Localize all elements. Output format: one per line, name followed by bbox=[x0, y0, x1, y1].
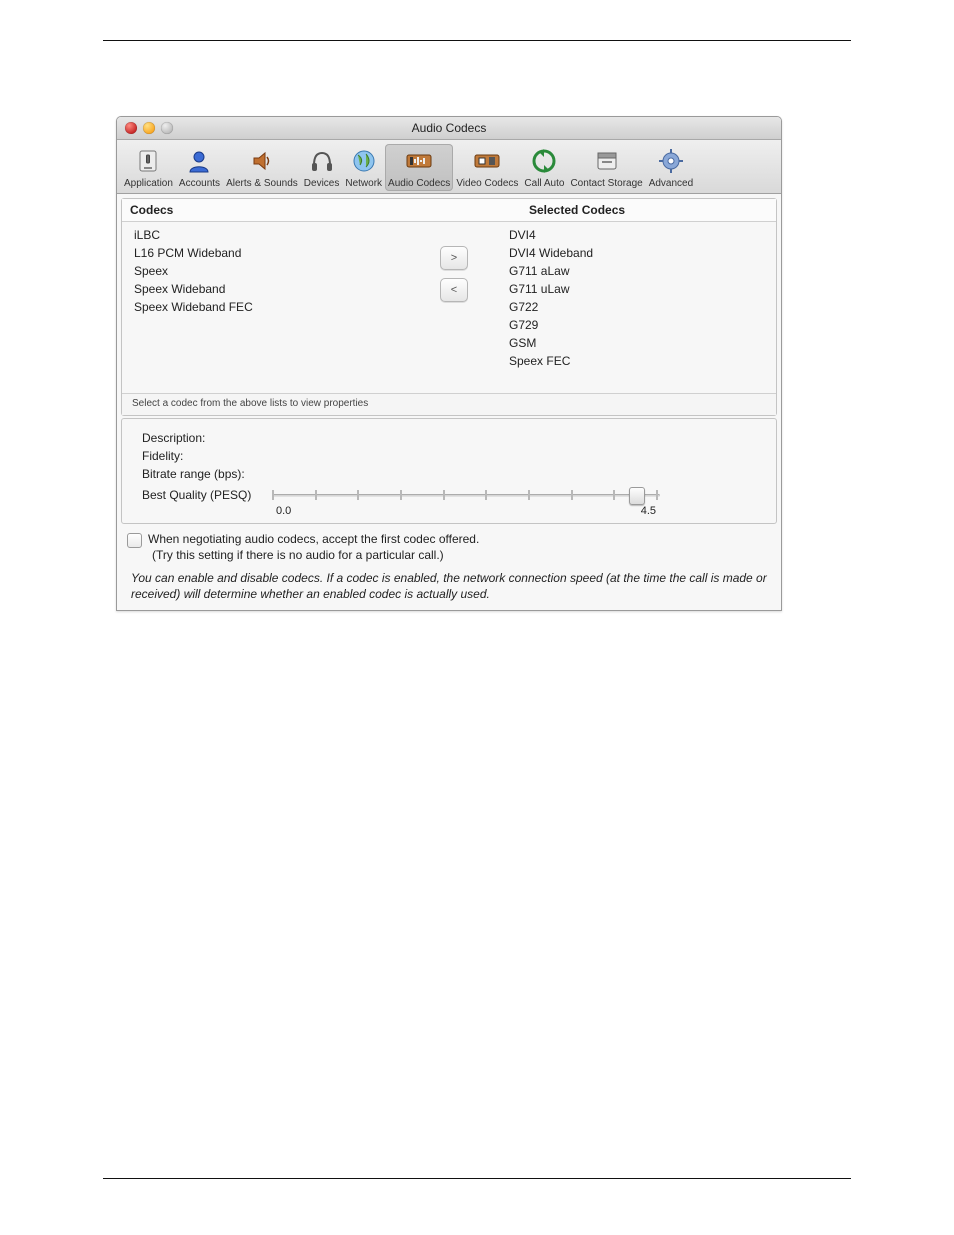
chevron-right-icon: > bbox=[451, 252, 457, 264]
list-item[interactable]: L16 PCM Wideband bbox=[124, 244, 419, 262]
slider-thumb[interactable] bbox=[629, 487, 645, 505]
tab-accounts[interactable]: Accounts bbox=[176, 144, 223, 191]
tab-label: Network bbox=[345, 178, 382, 189]
list-item[interactable]: DVI4 bbox=[499, 226, 774, 244]
tab-label: Contact Storage bbox=[570, 178, 642, 189]
checkbox-sublabel: (Try this setting if there is no audio f… bbox=[152, 548, 479, 562]
available-codecs-list[interactable]: iLBC L16 PCM Wideband Speex Speex Wideba… bbox=[124, 226, 419, 370]
transfer-buttons: > < bbox=[419, 226, 489, 370]
bottom-rule bbox=[103, 1178, 851, 1179]
list-item[interactable]: G722 bbox=[499, 298, 774, 316]
tab-label: Video Codecs bbox=[456, 178, 518, 189]
selected-codecs-header: Selected Codecs bbox=[519, 199, 776, 221]
tab-label: Accounts bbox=[179, 178, 220, 189]
list-item[interactable]: DVI4 Wideband bbox=[499, 244, 774, 262]
add-codec-button[interactable]: > bbox=[440, 246, 468, 270]
list-item[interactable]: GSM bbox=[499, 334, 774, 352]
globe-icon bbox=[349, 146, 379, 176]
tab-label: Audio Codecs bbox=[388, 178, 450, 189]
auto-icon bbox=[529, 146, 559, 176]
accept-first-codec-row: When negotiating audio codecs, accept th… bbox=[127, 532, 777, 562]
list-item[interactable]: G711 aLaw bbox=[499, 262, 774, 280]
top-rule bbox=[103, 40, 851, 41]
person-icon bbox=[184, 146, 214, 176]
bitrate-label: Bitrate range (bps): bbox=[142, 467, 245, 481]
list-item[interactable]: iLBC bbox=[124, 226, 419, 244]
codec-properties-panel: Description: Fidelity: Bitrate range (bp… bbox=[121, 418, 777, 524]
list-item[interactable]: Speex bbox=[124, 262, 419, 280]
tab-video-codecs[interactable]: Video Codecs bbox=[453, 144, 521, 191]
list-item[interactable]: Speex Wideband FEC bbox=[124, 298, 419, 316]
lists-body: iLBC L16 PCM Wideband Speex Speex Wideba… bbox=[122, 222, 776, 393]
video-codec-icon bbox=[472, 146, 502, 176]
preferences-window: Audio Codecs Application bbox=[116, 116, 782, 611]
list-headers: Codecs Selected Codecs bbox=[122, 199, 776, 222]
tab-alerts-sounds[interactable]: Alerts & Sounds bbox=[223, 144, 301, 191]
audio-codec-icon bbox=[404, 146, 434, 176]
tab-application[interactable]: Application bbox=[121, 144, 176, 191]
footer-note: You can enable and disable codecs. If a … bbox=[131, 570, 767, 602]
chevron-left-icon: < bbox=[451, 284, 457, 296]
available-codecs-header: Codecs bbox=[122, 199, 433, 221]
selected-codecs-list[interactable]: DVI4 DVI4 Wideband G711 aLaw G711 uLaw G… bbox=[489, 226, 774, 370]
tab-network[interactable]: Network bbox=[342, 144, 385, 191]
list-item[interactable]: Speex FEC bbox=[499, 352, 774, 370]
tab-label: Call Auto bbox=[524, 178, 564, 189]
tab-call-auto[interactable]: Call Auto bbox=[521, 144, 567, 191]
zoom-icon[interactable] bbox=[161, 122, 173, 134]
codec-lists-panel: Codecs Selected Codecs iLBC L16 PCM Wide… bbox=[121, 198, 777, 416]
quality-slider[interactable] bbox=[272, 485, 660, 505]
accept-first-codec-checkbox[interactable] bbox=[127, 533, 142, 548]
quality-label: Best Quality (PESQ) bbox=[142, 488, 272, 502]
tab-label: Application bbox=[124, 178, 173, 189]
tab-contact-storage[interactable]: Contact Storage bbox=[567, 144, 645, 191]
gear-icon bbox=[656, 146, 686, 176]
headphones-icon bbox=[307, 146, 337, 176]
preferences-toolbar: Application Accounts A bbox=[117, 140, 781, 194]
remove-codec-button[interactable]: < bbox=[440, 278, 468, 302]
tab-advanced[interactable]: Advanced bbox=[646, 144, 696, 191]
checkbox-label: When negotiating audio codecs, accept th… bbox=[148, 532, 479, 546]
tab-label: Devices bbox=[304, 178, 340, 189]
speaker-icon bbox=[247, 146, 277, 176]
minimize-icon[interactable] bbox=[143, 122, 155, 134]
tab-devices[interactable]: Devices bbox=[301, 144, 343, 191]
description-label: Description: bbox=[142, 431, 272, 445]
list-item[interactable]: G729 bbox=[499, 316, 774, 334]
spacer bbox=[433, 199, 519, 221]
tab-audio-codecs[interactable]: Audio Codecs bbox=[385, 144, 453, 191]
content-area: Codecs Selected Codecs iLBC L16 PCM Wide… bbox=[117, 194, 781, 610]
tab-label: Alerts & Sounds bbox=[226, 178, 298, 189]
tab-label: Advanced bbox=[649, 178, 693, 189]
quality-max: 4.5 bbox=[641, 505, 656, 517]
application-icon bbox=[133, 146, 163, 176]
window-controls bbox=[125, 122, 173, 134]
codec-hint: Select a codec from the above lists to v… bbox=[122, 393, 776, 415]
fidelity-label: Fidelity: bbox=[142, 449, 272, 463]
window-title: Audio Codecs bbox=[412, 121, 487, 135]
titlebar: Audio Codecs bbox=[117, 117, 781, 140]
quality-min: 0.0 bbox=[276, 505, 291, 517]
list-item[interactable]: G711 uLaw bbox=[499, 280, 774, 298]
slider-track bbox=[272, 494, 660, 497]
storage-icon bbox=[592, 146, 622, 176]
close-icon[interactable] bbox=[125, 122, 137, 134]
list-item[interactable]: Speex Wideband bbox=[124, 280, 419, 298]
